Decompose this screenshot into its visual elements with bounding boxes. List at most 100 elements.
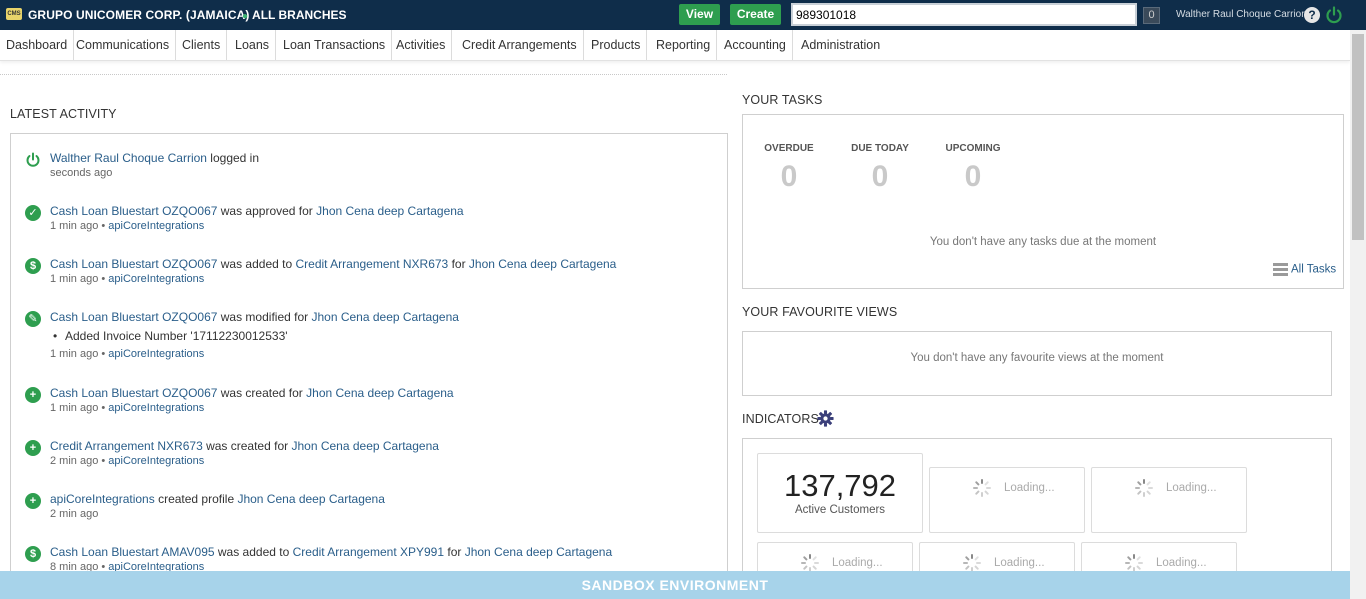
dollar-icon: $ [25, 258, 41, 274]
upcoming-counter[interactable]: UPCOMING 0 [943, 143, 1003, 194]
activity-time: seconds ago [50, 167, 113, 179]
loading-label: Loading... [1004, 482, 1055, 495]
pencil-icon: ✎ [25, 311, 41, 327]
activity-text: for [444, 545, 465, 559]
power-icon [26, 152, 40, 167]
activity-text: was added to [214, 545, 293, 559]
nav-dashboard[interactable]: Dashboard [0, 30, 75, 60]
nav-loans[interactable]: Loans [229, 30, 277, 60]
divider [0, 74, 727, 75]
nav-products[interactable]: Products [585, 30, 648, 60]
plus-icon: + [25, 440, 41, 456]
separator: • [98, 273, 109, 285]
company-logo: CMS [6, 8, 22, 20]
check-icon: ✓ [25, 205, 41, 221]
activity-author-link[interactable]: apiCoreIntegrations [108, 402, 204, 414]
activity-time: 1 min ago [50, 348, 99, 360]
branch-selector[interactable]: ● ALL BRANCHES [242, 8, 347, 22]
activity-author-link[interactable]: apiCoreIntegrations [108, 273, 204, 285]
plus-icon: + [25, 387, 41, 403]
tasks-panel: OVERDUE 0 DUE TODAY 0 UPCOMING 0 You don… [742, 114, 1344, 289]
activity-text: was approved for [217, 204, 317, 218]
activity-link[interactable]: Cash Loan Bluestart OZQO067 [50, 204, 217, 218]
overdue-counter[interactable]: OVERDUE 0 [759, 143, 819, 194]
active-customers-card[interactable]: 137,792 Active Customers [757, 453, 923, 533]
logout-power-icon[interactable] [1325, 6, 1343, 24]
activity-link[interactable]: Jhon Cena deep Cartagena [469, 257, 616, 271]
nav-communications[interactable]: Communications [70, 30, 177, 60]
plus-icon: + [25, 493, 41, 509]
dollar-icon: $ [25, 546, 41, 562]
activity-text: was created for [217, 386, 307, 400]
activity-link[interactable]: Jhon Cena deep Cartagena [291, 439, 438, 453]
activity-text: was modified for [217, 310, 312, 324]
all-tasks-label: All Tasks [1291, 263, 1337, 276]
indicators-panel: 137,792 Active Customers Loading... Load… [742, 438, 1332, 578]
activity-link[interactable]: Credit Arrangement NXR673 [50, 439, 203, 453]
overdue-count: 0 [780, 160, 798, 193]
due-today-label: DUE TODAY [851, 143, 909, 154]
activity-link[interactable]: Cash Loan Bluestart AMAV095 [50, 545, 215, 559]
nav-loan-transactions[interactable]: Loan Transactions [277, 30, 393, 60]
activity-link[interactable]: Jhon Cena deep Cartagena [316, 204, 463, 218]
separator: • [98, 455, 109, 467]
latest-activity-panel: Walther Raul Choque Carrion logged in se… [10, 133, 728, 573]
due-today-counter[interactable]: DUE TODAY 0 [850, 143, 910, 194]
create-button[interactable]: Create [730, 4, 781, 25]
view-button[interactable]: View [679, 4, 720, 25]
nav-clients[interactable]: Clients [176, 30, 228, 60]
gear-icon[interactable] [817, 410, 834, 427]
search-input[interactable] [791, 3, 1137, 26]
all-tasks-link[interactable]: All Tasks [1273, 262, 1336, 277]
activity-author-link[interactable]: apiCoreIntegrations [108, 348, 204, 360]
separator: • [98, 220, 109, 232]
activity-link[interactable]: Cash Loan Bluestart OZQO067 [50, 386, 217, 400]
activity-link[interactable]: Jhon Cena deep Cartagena [306, 386, 453, 400]
indicator-card-loading: Loading... [1091, 467, 1247, 533]
activity-link[interactable]: Cash Loan Bluestart OZQO067 [50, 310, 217, 324]
organization-name: GRUPO UNICOMER CORP. (JAMAICA) [28, 8, 250, 22]
activity-time: 1 min ago [50, 402, 99, 414]
activity-text: was created for [202, 439, 292, 453]
loading-spinner-icon [801, 554, 819, 572]
activity-link[interactable]: Credit Arrangement XPY991 [293, 545, 444, 559]
sandbox-environment-banner: SANDBOX ENVIRONMENT [0, 571, 1350, 599]
activity-author-link[interactable]: apiCoreIntegrations [108, 220, 204, 232]
due-today-count: 0 [871, 160, 889, 193]
nav-accounting[interactable]: Accounting [718, 30, 793, 60]
activity-author-link[interactable]: apiCoreIntegrations [108, 455, 204, 467]
nav-activities[interactable]: Activities [390, 30, 453, 60]
separator: • [98, 348, 109, 360]
loading-label: Loading... [1166, 482, 1217, 495]
activity-time: 2 min ago [50, 455, 99, 467]
your-tasks-title: YOUR TASKS [742, 93, 823, 107]
nav-administration[interactable]: Administration [795, 30, 886, 60]
indicators-title: INDICATORS [742, 412, 819, 426]
loading-label: Loading... [994, 557, 1045, 570]
loading-spinner-icon [973, 479, 991, 497]
activity-link[interactable]: Jhon Cena deep Cartagena [311, 310, 458, 324]
activity-link[interactable]: Walther Raul Choque Carrion [50, 151, 207, 165]
activity-link[interactable]: Cash Loan Bluestart OZQO067 [50, 257, 217, 271]
activity-text: created profile [154, 492, 238, 506]
scrollbar-thumb[interactable] [1352, 34, 1364, 240]
top-bar: CMS GRUPO UNICOMER CORP. (JAMAICA) ● ALL … [0, 0, 1366, 30]
activity-link[interactable]: Jhon Cena deep Cartagena [237, 492, 384, 506]
loading-spinner-icon [963, 554, 981, 572]
main-nav: Dashboard Communications Clients Loans L… [0, 30, 1350, 61]
activity-time: 1 min ago [50, 220, 99, 232]
activity-link[interactable]: apiCoreIntegrations [50, 492, 155, 506]
nav-reporting[interactable]: Reporting [650, 30, 718, 60]
no-favourites-message: You don't have any favourite views at th… [910, 352, 1164, 364]
loading-label: Loading... [832, 557, 883, 570]
activity-link[interactable]: Jhon Cena deep Cartagena [465, 545, 612, 559]
indicator-card-loading: Loading... [929, 467, 1085, 533]
nav-credit-arrangements[interactable]: Credit Arrangements [456, 30, 584, 60]
upcoming-label: UPCOMING [945, 143, 1001, 154]
activity-link[interactable]: Credit Arrangement NXR673 [295, 257, 448, 271]
loading-spinner-icon [1125, 554, 1143, 572]
help-icon[interactable]: ? [1304, 7, 1320, 23]
list-icon [1273, 263, 1288, 276]
active-customers-value: 137,792 [783, 468, 897, 503]
user-name-link[interactable]: Walther Raul Choque Carrion [1176, 9, 1307, 20]
